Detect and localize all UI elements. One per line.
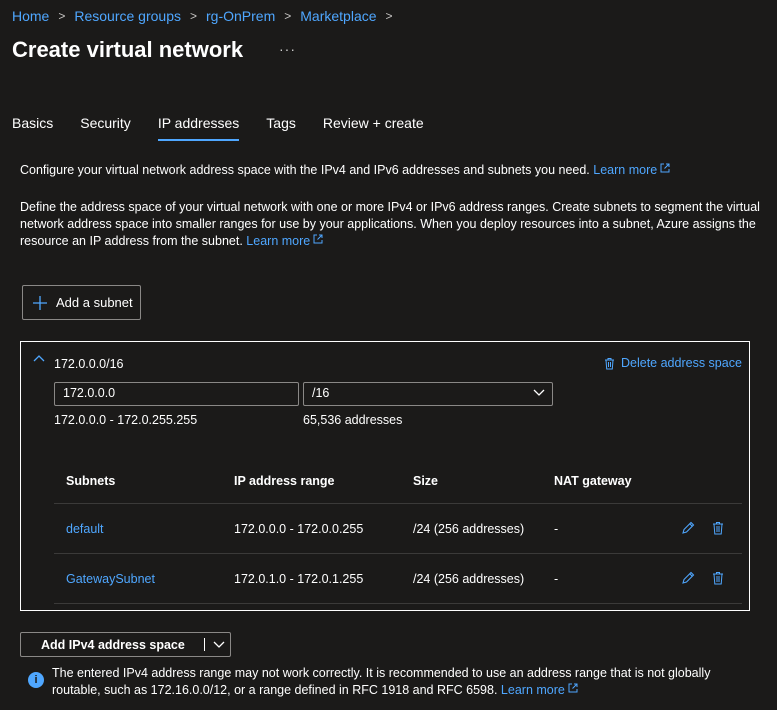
subnet-nat: - bbox=[554, 522, 559, 536]
page-title: Create virtual network bbox=[12, 37, 244, 62]
add-ipv4-address-space-button[interactable]: Add IPv4 address space bbox=[20, 632, 231, 657]
subnet-link-default[interactable]: default bbox=[66, 522, 104, 536]
subnet-range: 172.0.1.0 - 172.0.1.255 bbox=[234, 572, 364, 586]
subnet-size: /24 (256 addresses) bbox=[413, 572, 525, 586]
tab-review-create[interactable]: Review + create bbox=[323, 115, 424, 141]
delete-address-space-label: Delete address space bbox=[621, 356, 742, 370]
delete-address-space-button[interactable]: Delete address space bbox=[604, 356, 742, 370]
add-subnet-label: Add a subnet bbox=[56, 295, 133, 310]
breadcrumb: Home > Resource groups > rg-OnPrem > Mar… bbox=[12, 8, 402, 24]
intro-text-2-body: Define the address space of your virtual… bbox=[20, 200, 760, 248]
column-header-size: Size bbox=[413, 474, 439, 488]
info-message: The entered IPv4 address range may not w… bbox=[52, 665, 752, 699]
external-link-icon bbox=[660, 163, 670, 173]
column-header-nat-gateway: NAT gateway bbox=[554, 474, 632, 488]
external-link-icon bbox=[313, 234, 323, 244]
address-prefix-input[interactable]: 172.0.0.0 bbox=[54, 382, 299, 406]
learn-more-label: Learn more bbox=[593, 163, 658, 177]
chevron-right-icon: > bbox=[284, 9, 292, 23]
prefix-length-value: /16 bbox=[312, 386, 330, 400]
intro-text-1: Configure your virtual network address s… bbox=[20, 162, 760, 179]
column-header-ip-range: IP address range bbox=[234, 474, 335, 488]
subnet-size: /24 (256 addresses) bbox=[413, 522, 525, 536]
breadcrumb-rg-onprem[interactable]: rg-OnPrem bbox=[206, 8, 275, 24]
prefix-length-select[interactable]: /16 bbox=[303, 382, 553, 406]
info-message-body: The entered IPv4 address range may not w… bbox=[52, 666, 711, 697]
edit-pencil-icon[interactable] bbox=[681, 521, 695, 535]
more-options-button[interactable]: ··· bbox=[279, 41, 296, 57]
edit-pencil-icon[interactable] bbox=[681, 571, 695, 585]
chevron-up-icon[interactable] bbox=[33, 354, 45, 362]
add-ipv4-address-space-label: Add IPv4 address space bbox=[41, 637, 185, 652]
subnet-range: 172.0.0.0 - 172.0.0.255 bbox=[234, 522, 364, 536]
plus-icon bbox=[33, 295, 47, 310]
tab-tags[interactable]: Tags bbox=[266, 115, 296, 141]
breadcrumb-marketplace[interactable]: Marketplace bbox=[300, 8, 376, 24]
chevron-right-icon: > bbox=[58, 9, 66, 23]
address-count-text: 65,536 addresses bbox=[303, 413, 403, 427]
trash-icon[interactable] bbox=[712, 571, 724, 585]
table-row: GatewaySubnet 172.0.1.0 - 172.0.1.255 /2… bbox=[54, 554, 742, 604]
address-range-text: 172.0.0.0 - 172.0.255.255 bbox=[54, 413, 198, 427]
table-row: default 172.0.0.0 - 172.0.0.255 /24 (256… bbox=[54, 504, 742, 554]
breadcrumb-resource-groups[interactable]: Resource groups bbox=[74, 8, 181, 24]
breadcrumb-home[interactable]: Home bbox=[12, 8, 49, 24]
tab-basics[interactable]: Basics bbox=[12, 115, 53, 141]
subnet-nat: - bbox=[554, 572, 559, 586]
intro-text-2: Define the address space of your virtual… bbox=[20, 199, 760, 250]
learn-more-link[interactable]: Learn more bbox=[246, 234, 323, 248]
info-icon: i bbox=[28, 672, 44, 688]
trash-icon bbox=[605, 357, 614, 369]
chevron-right-icon: > bbox=[190, 9, 198, 23]
learn-more-label: Learn more bbox=[500, 683, 565, 697]
intro-text-1-body: Configure your virtual network address s… bbox=[20, 163, 590, 177]
table-header-row: Subnets IP address range Size NAT gatewa… bbox=[54, 454, 742, 504]
subnet-link-gatewaysubnet[interactable]: GatewaySubnet bbox=[66, 572, 155, 586]
subnets-table: Subnets IP address range Size NAT gatewa… bbox=[54, 454, 742, 604]
tab-ip-addresses[interactable]: IP addresses bbox=[157, 115, 240, 141]
external-link-icon bbox=[568, 683, 578, 693]
learn-more-link[interactable]: Learn more bbox=[593, 163, 670, 177]
add-subnet-button[interactable]: Add a subnet bbox=[22, 285, 141, 320]
chevron-down-icon[interactable] bbox=[213, 641, 225, 649]
address-space-panel: 172.0.0.0/16 Delete address space 172.0.… bbox=[20, 341, 750, 611]
learn-more-link[interactable]: Learn more bbox=[501, 683, 578, 697]
split-divider bbox=[204, 638, 205, 651]
learn-more-label: Learn more bbox=[246, 234, 311, 248]
trash-icon[interactable] bbox=[712, 521, 724, 535]
tab-security[interactable]: Security bbox=[80, 115, 131, 141]
address-space-title: 172.0.0.0/16 bbox=[54, 357, 124, 371]
column-header-subnets: Subnets bbox=[66, 474, 116, 488]
chevron-down-icon bbox=[533, 389, 545, 396]
chevron-right-icon: > bbox=[385, 9, 393, 23]
tab-bar: Basics Security IP addresses Tags Review… bbox=[12, 115, 451, 141]
